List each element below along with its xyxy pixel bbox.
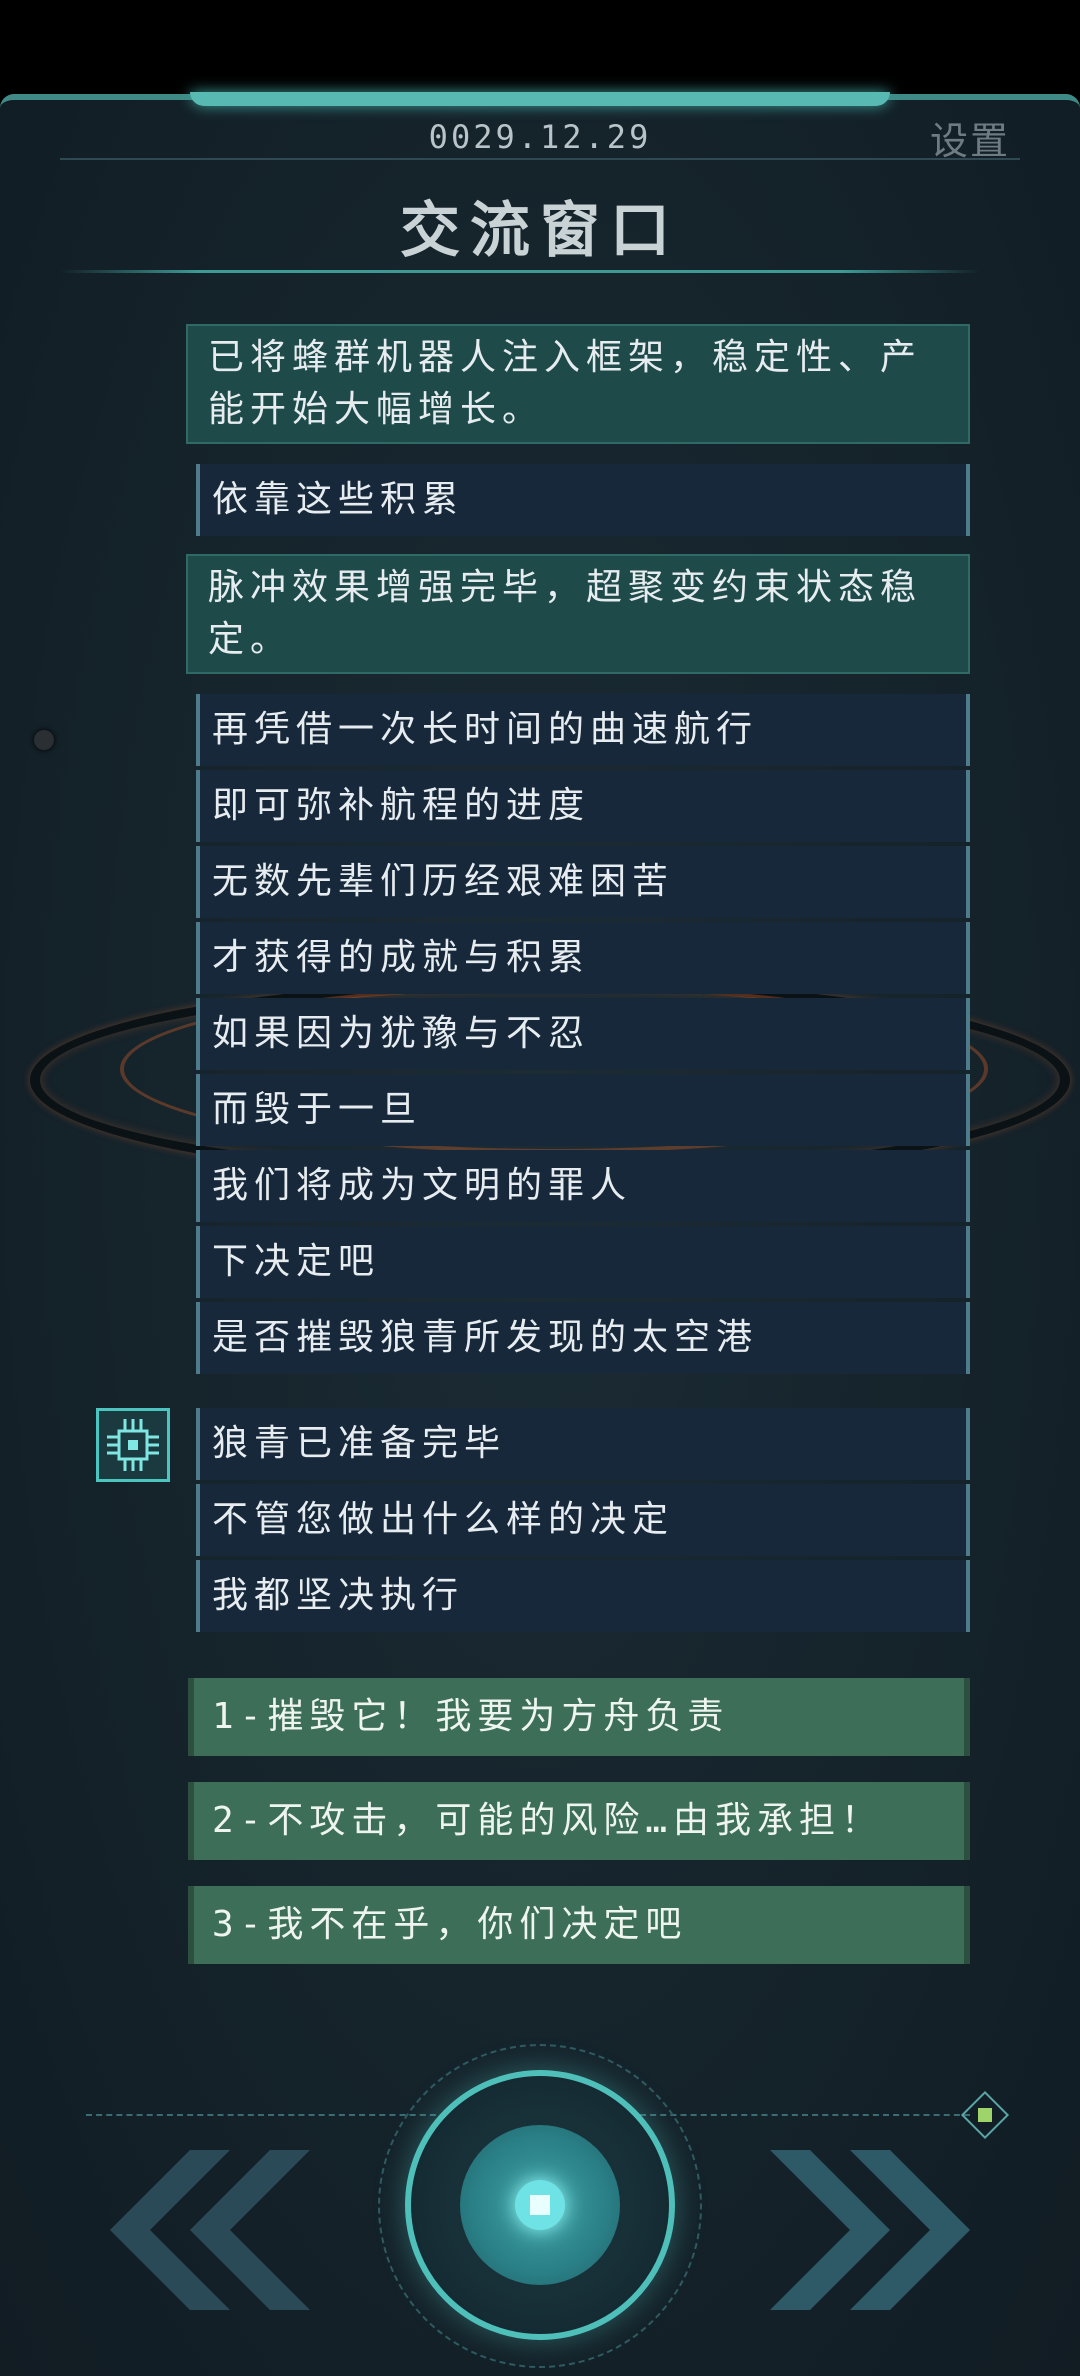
message-text: 即可弥补航程的进度 [212, 785, 591, 826]
double-chevron-right-icon[interactable] [760, 2150, 980, 2310]
message-text: 下决定吧 [212, 1241, 381, 1282]
message-bubble: 狼青已准备完毕 [196, 1408, 970, 1480]
robot-chip-icon [96, 1408, 170, 1482]
message-text: 我都坚决执行 [212, 1575, 465, 1616]
message-text: 狼青已准备完毕 [212, 1423, 507, 1464]
message-bubble: 脉冲效果增强完毕，超聚变约束状态稳定。 [186, 554, 970, 674]
message-text: 才获得的成就与积累 [212, 937, 591, 978]
message-text: 我们将成为文明的罪人 [212, 1165, 633, 1206]
planet-decoration [34, 730, 54, 750]
message-bubble: 是否摧毁狼青所发现的太空港 [196, 1302, 970, 1374]
message-text: 依靠这些积累 [212, 479, 465, 520]
option-3-button[interactable]: 3-我不在乎，你们决定吧 [188, 1886, 970, 1964]
bottom-dashed-line [640, 2114, 970, 2116]
message-text: 不管您做出什么样的决定 [212, 1499, 675, 1540]
message-bubble: 我们将成为文明的罪人 [196, 1150, 970, 1222]
message-text: 如果因为犹豫与不忍 [212, 1013, 591, 1054]
indicator-dot-icon [978, 2108, 992, 2122]
date-label: 0029.12.29 [428, 118, 652, 156]
message-bubble: 依靠这些积累 [196, 464, 970, 536]
message-bubble: 即可弥补航程的进度 [196, 770, 970, 842]
option-2-button[interactable]: 2-不攻击，可能的风险…由我承担！ [188, 1782, 970, 1860]
message-text: 而毁于一旦 [212, 1089, 423, 1130]
message-bubble: 无数先辈们历经艰难困苦 [196, 846, 970, 918]
confirm-button-icon [530, 2195, 550, 2215]
option-1-button[interactable]: 1-摧毁它！我要为方舟负责 [188, 1678, 970, 1756]
settings-button[interactable]: 设置 [930, 110, 1010, 165]
message-bubble: 已将蜂群机器人注入框架，稳定性、产能开始大幅增长。 [186, 324, 970, 444]
message-bubble: 我都坚决执行 [196, 1560, 970, 1632]
message-text: 是否摧毁狼青所发现的太空港 [212, 1317, 759, 1358]
message-text: 已将蜂群机器人注入框架，稳定性、产能开始大幅增长。 [208, 337, 923, 430]
message-bubble: 下决定吧 [196, 1226, 970, 1298]
message-text: 再凭借一次长时间的曲速航行 [212, 709, 759, 750]
top-glow-bar [190, 92, 890, 106]
header-divider [60, 158, 1020, 160]
page-title: 交流窗口 [400, 196, 680, 266]
message-text: 脉冲效果增强完毕，超聚变约束状态稳定。 [208, 567, 923, 660]
bottom-dashed-line [86, 2114, 446, 2116]
message-bubble: 才获得的成就与积累 [196, 922, 970, 994]
message-bubble: 再凭借一次长时间的曲速航行 [196, 694, 970, 766]
title-underline [60, 270, 980, 273]
message-text: 无数先辈们历经艰难困苦 [212, 861, 675, 902]
message-bubble: 不管您做出什么样的决定 [196, 1484, 970, 1556]
message-bubble: 如果因为犹豫与不忍 [196, 998, 970, 1070]
double-chevron-left-icon[interactable] [100, 2150, 320, 2310]
message-bubble: 而毁于一旦 [196, 1074, 970, 1146]
